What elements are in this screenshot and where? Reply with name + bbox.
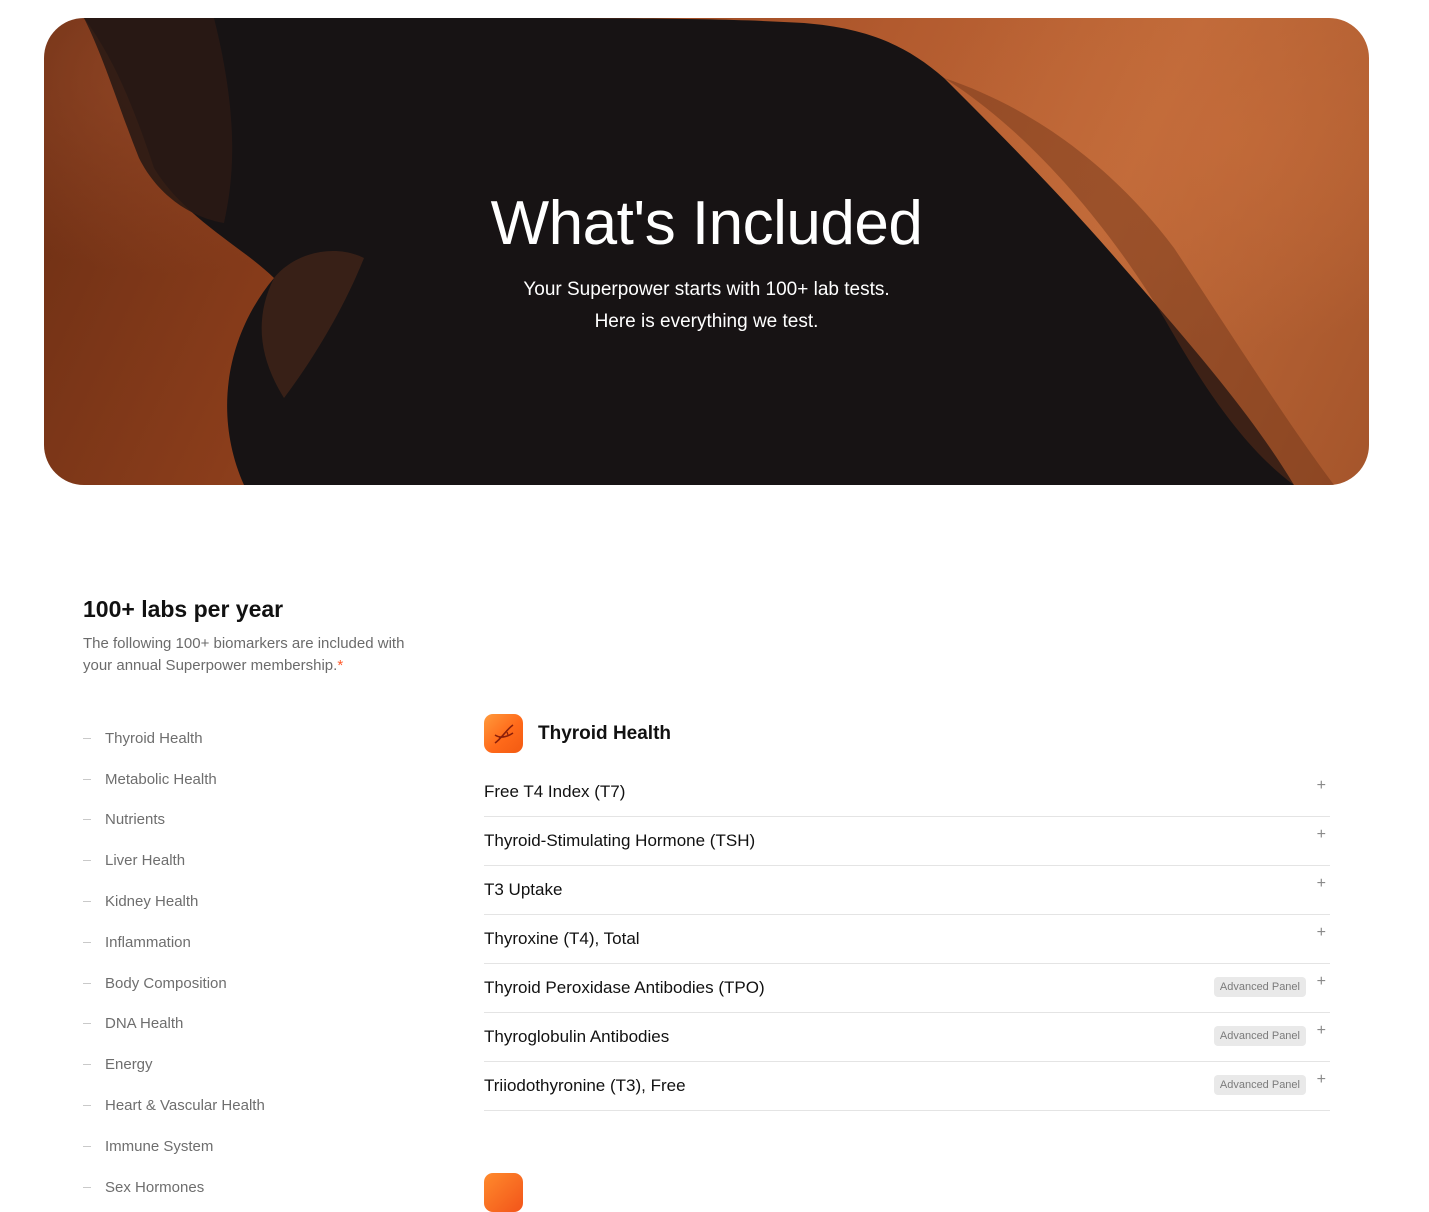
category-nav-item[interactable]: Liver Health [83,840,265,881]
category-nav-item[interactable]: DNA Health [83,1004,265,1045]
dash-icon [83,1105,91,1107]
plus-icon[interactable]: + [1317,827,1326,843]
dash-icon [83,941,91,943]
biomarker-name: Thyroid Peroxidase Antibodies (TPO) [484,978,765,997]
dash-icon [83,860,91,862]
biomarker-list: Free T4 Index (T7) + Thyroid-Stimulating… [484,768,1330,1111]
category-label: Liver Health [105,852,186,870]
section-description-text: The following 100+ biomarkers are includ… [83,635,405,674]
category-nav-item[interactable]: Inflammation [83,922,265,963]
next-category-icon [484,1173,523,1212]
hero-banner: What's Included Your Superpower starts w… [44,18,1369,485]
plus-icon[interactable]: + [1317,925,1326,941]
plus-icon[interactable]: + [1317,974,1326,990]
category-nav: Thyroid Health Metabolic Health Nutrient… [83,718,265,1208]
biomarker-row[interactable]: Free T4 Index (T7) + [484,768,1330,817]
biomarker-name: Thyroglobulin Antibodies [484,1027,670,1046]
plus-icon[interactable]: + [1317,1072,1326,1088]
category-nav-item[interactable]: Heart & Vascular Health [83,1085,265,1126]
plus-icon[interactable]: + [1317,1023,1326,1039]
biomarker-row[interactable]: Thyroid-Stimulating Hormone (TSH) + [484,817,1330,866]
category-label: Inflammation [105,933,191,951]
dash-icon [83,1145,91,1147]
category-label: DNA Health [105,1015,184,1033]
advanced-panel-badge: Advanced Panel [1213,1026,1306,1046]
dash-icon [83,901,91,903]
biomarker-name: Free T4 Index (T7) [484,782,626,801]
hero-subtitle-line-2: Here is everything we test. [594,311,819,332]
biomarker-row[interactable]: T3 Uptake + [484,866,1330,915]
category-nav-item[interactable]: Immune System [83,1126,265,1167]
dash-icon [83,819,91,821]
category-label: Thyroid Health [105,729,203,747]
dash-icon [83,982,91,984]
dna-icon [484,714,523,753]
panel-header: Thyroid Health [484,714,671,753]
dash-icon [83,1186,91,1188]
advanced-panel-badge: Advanced Panel [1213,977,1306,997]
plus-icon[interactable]: + [1317,876,1326,892]
dash-icon [83,778,91,780]
category-label: Kidney Health [105,893,199,911]
category-label: Sex Hormones [105,1178,205,1196]
asterisk: * [337,657,344,674]
category-nav-item[interactable]: Metabolic Health [83,759,265,800]
section-title: 100+ labs per year [83,596,284,622]
category-nav-item[interactable]: Sex Hormones [83,1167,265,1208]
dash-icon [83,737,91,739]
category-nav-item[interactable]: Nutrients [83,800,265,841]
category-label: Metabolic Health [105,770,217,788]
category-nav-item[interactable]: Energy [83,1044,265,1085]
biomarker-name: Thyroid-Stimulating Hormone (TSH) [484,831,756,850]
biomarker-name: T3 Uptake [484,880,563,899]
section-description: The following 100+ biomarkers are includ… [83,633,413,677]
category-nav-item[interactable]: Kidney Health [83,881,265,922]
category-nav-item[interactable]: Thyroid Health [83,718,265,759]
biomarker-row[interactable]: Triiodothyronine (T3), Free Advanced Pan… [484,1062,1330,1111]
biomarker-row[interactable]: Thyroid Peroxidase Antibodies (TPO) Adva… [484,964,1330,1013]
advanced-panel-badge: Advanced Panel [1213,1075,1306,1095]
hero-subtitle-line-1: Your Superpower starts with 100+ lab tes… [523,279,890,300]
category-label: Body Composition [105,974,227,992]
panel-title: Thyroid Health [538,722,672,744]
biomarker-row[interactable]: Thyroglobulin Antibodies Advanced Panel … [484,1013,1330,1062]
category-label: Nutrients [105,811,166,829]
plus-icon[interactable]: + [1317,778,1326,794]
hero-title: What's Included [490,189,923,258]
hero-subtitle: Your Superpower starts with 100+ lab tes… [44,274,1369,338]
biomarker-name: Triiodothyronine (T3), Free [484,1076,686,1095]
biomarker-name: Thyroxine (T4), Total [484,929,640,948]
category-label: Immune System [105,1137,214,1155]
biomarker-row[interactable]: Thyroxine (T4), Total + [484,915,1330,964]
category-label: Energy [105,1056,153,1074]
dash-icon [83,1023,91,1025]
dash-icon [83,1064,91,1066]
category-label: Heart & Vascular Health [105,1097,265,1115]
category-nav-item[interactable]: Body Composition [83,963,265,1004]
